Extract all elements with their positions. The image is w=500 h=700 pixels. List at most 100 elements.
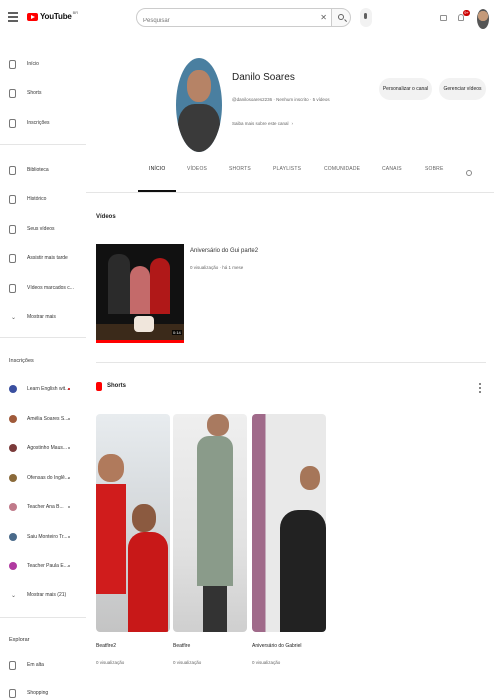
top-bar: YouTube BR ✕ 9+	[0, 0, 500, 40]
tab-about[interactable]: SOBRE	[425, 166, 444, 172]
shopping-icon	[9, 688, 16, 698]
video-duration: 0:14	[172, 330, 182, 335]
youtube-logo[interactable]: YouTube BR	[27, 10, 79, 21]
thumbnail-face	[98, 454, 124, 482]
thumbnail-person	[108, 254, 130, 314]
menu-icon[interactable]	[8, 12, 18, 22]
channel-avatar	[9, 385, 17, 393]
new-content-dot-icon	[68, 418, 70, 420]
voice-search-icon[interactable]	[360, 8, 372, 27]
subscription-item[interactable]: Teacher Paula E...	[0, 558, 86, 574]
shorts-section-title[interactable]: Shorts	[107, 383, 126, 389]
short-views: 0 visualização	[96, 660, 125, 665]
short-thumbnail[interactable]	[173, 414, 247, 632]
video-meta: 0 visualização · há 1 mese	[190, 265, 244, 270]
watch-later-icon	[9, 253, 16, 263]
chevron-down-icon: ⌄	[11, 314, 17, 321]
logo-text: YouTube	[40, 12, 72, 21]
sidebar-item-library[interactable]: Biblioteca	[0, 162, 86, 178]
tab-videos[interactable]: VÍDEOS	[187, 166, 207, 172]
clear-search-icon[interactable]: ✕	[320, 13, 327, 22]
short-title[interactable]: Beatfire2	[96, 643, 116, 649]
sidebar-item-subscriptions[interactable]: Inscrições	[0, 115, 86, 131]
search-icon[interactable]	[466, 170, 472, 176]
short-title[interactable]: Beatfire	[173, 643, 190, 649]
sidebar-item-label: Shorts	[27, 90, 42, 96]
subscriptions-heading: Inscrições	[9, 358, 34, 364]
new-content-dot-icon	[68, 565, 70, 567]
thumbnail-person	[150, 258, 170, 314]
sidebar-item-label: Mostrar mais (21)	[27, 592, 67, 598]
sidebar-item-label: Mostrar mais	[27, 314, 56, 320]
sidebar-item-show-more-subscriptions[interactable]: ⌄ Mostrar mais (21)	[0, 587, 86, 603]
chevron-down-icon: ⌄	[11, 592, 17, 599]
sidebar-divider	[0, 617, 86, 618]
section-divider	[96, 362, 486, 363]
channel-about-link[interactable]: Saiba mais sobre este canal ›	[232, 121, 293, 126]
sidebar-item-history[interactable]: Histórico	[0, 191, 86, 207]
sidebar-item-liked-videos[interactable]: Vídeos marcados c...	[0, 280, 86, 296]
tab-channels[interactable]: CANAIS	[382, 166, 402, 172]
sidebar-item-trending[interactable]: Em alta	[0, 657, 86, 673]
sidebar: Início Shorts Inscrições Biblioteca Hist…	[0, 40, 86, 700]
live-indicator-icon	[68, 388, 70, 390]
thumbnail-body	[96, 484, 126, 594]
short-title[interactable]: Aniversário do Gabriel	[252, 643, 301, 649]
search-input[interactable]	[137, 12, 307, 30]
account-avatar[interactable]	[477, 9, 489, 29]
sidebar-item-show-more[interactable]: ⌄ Mostrar mais	[0, 309, 86, 325]
create-icon[interactable]	[440, 15, 447, 21]
videos-section-title[interactable]: Vídeos	[96, 214, 116, 220]
sidebar-item-watch-later[interactable]: Assistir mais tarde	[0, 250, 86, 266]
subscription-item[interactable]: Agostinho Maus...	[0, 440, 86, 456]
search-button[interactable]	[331, 8, 351, 27]
subscription-item[interactable]: Teacher Ana B...	[0, 499, 86, 515]
sidebar-item-label: Vídeos marcados c...	[27, 285, 74, 291]
sidebar-item-label: Em alta	[27, 662, 44, 668]
video-thumbnail[interactable]	[96, 244, 184, 341]
tab-community[interactable]: COMUNIDADE	[324, 166, 360, 172]
more-options-icon[interactable]	[479, 383, 481, 395]
subscription-item[interactable]: Amélia Soares S...	[0, 411, 86, 427]
explore-heading: Explorar	[9, 637, 30, 643]
sidebar-item-shorts[interactable]: Shorts	[0, 85, 86, 101]
short-thumbnail[interactable]	[252, 414, 326, 632]
subscription-item[interactable]: Saiu Monteiro Tr...	[0, 529, 86, 545]
new-content-dot-icon	[68, 447, 70, 449]
sidebar-divider	[0, 337, 86, 338]
new-content-dot-icon	[68, 536, 70, 538]
channel-name: Danilo Soares	[232, 72, 295, 83]
tabs-divider	[86, 192, 494, 193]
sidebar-item-shopping[interactable]: Shopping	[0, 685, 86, 700]
history-icon	[9, 194, 16, 204]
youtube-play-icon	[27, 12, 38, 21]
sidebar-item-label: Histórico	[27, 196, 47, 202]
short-thumbnail[interactable]	[96, 414, 170, 632]
new-content-dot-icon	[68, 506, 70, 508]
video-title[interactable]: Aniversário do Gui parte2	[190, 248, 258, 254]
your-videos-icon	[9, 224, 16, 234]
logo-country: BR	[72, 10, 79, 15]
sidebar-item-home[interactable]: Início	[0, 56, 86, 72]
liked-icon	[9, 283, 16, 293]
sidebar-item-your-videos[interactable]: Seus vídeos	[0, 221, 86, 237]
home-icon	[9, 59, 16, 69]
sidebar-item-label: Shopping	[27, 690, 49, 696]
tab-shorts[interactable]: SHORTS	[229, 166, 251, 172]
tab-home[interactable]: INÍCIO	[149, 166, 165, 172]
manage-videos-button[interactable]: Gerenciar vídeos	[439, 78, 486, 100]
subscription-item[interactable]: Ofensas do Inglê...	[0, 470, 86, 486]
channel-meta: @danilosoares2236 · Nenhum inscrito · 5 …	[232, 97, 330, 102]
subscription-item[interactable]: Learn English wit...	[0, 381, 86, 397]
channel-tabs: INÍCIO VÍDEOS SHORTS PLAYLISTS COMUNIDAD…	[134, 166, 484, 192]
channel-avatar-large[interactable]	[176, 58, 222, 152]
search-icon	[338, 14, 344, 20]
short-views: 0 visualização	[252, 660, 281, 665]
thumbnail-body	[197, 436, 233, 586]
subscriptions-icon	[9, 118, 16, 128]
trending-icon	[9, 660, 16, 670]
customize-channel-button[interactable]: Personalizar o canal	[379, 78, 432, 100]
avatar-body	[178, 104, 220, 152]
thumbnail-cake	[134, 316, 154, 332]
tab-playlists[interactable]: PLAYLISTS	[273, 166, 301, 172]
